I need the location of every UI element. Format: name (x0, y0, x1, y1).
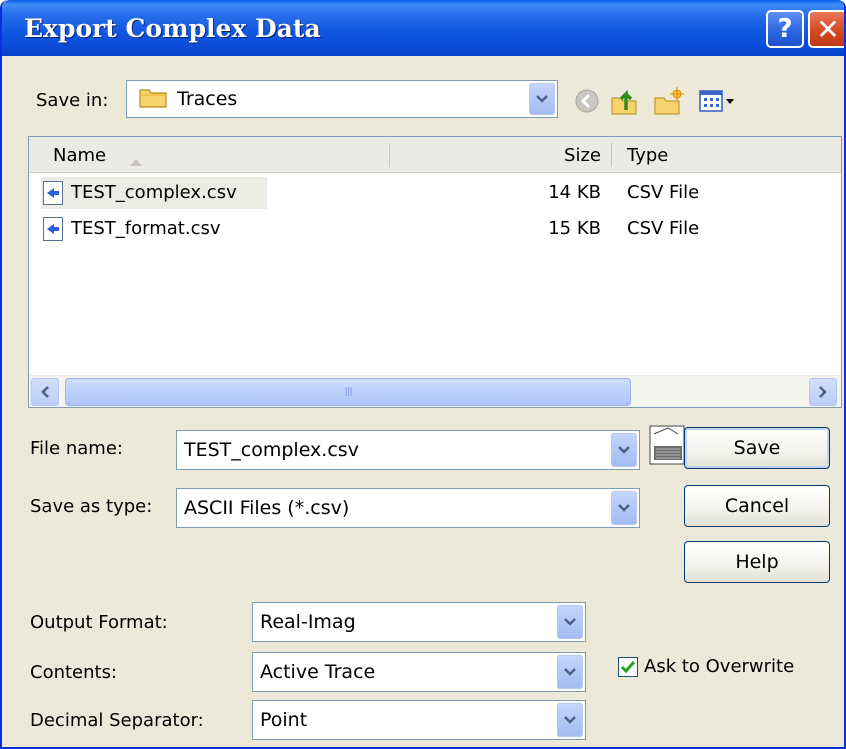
folder-icon (139, 86, 167, 113)
save-in-combo[interactable]: Traces (126, 80, 558, 118)
save-in-label: Save in: (36, 90, 109, 111)
question-mark-icon: ? (777, 14, 793, 44)
column-header-size[interactable]: Size (549, 145, 601, 166)
decimal-separator-dropdown-button[interactable] (557, 703, 583, 737)
chevron-down-icon (564, 668, 576, 676)
decimal-separator-select[interactable]: Point (252, 700, 586, 740)
save-button[interactable]: Save (684, 427, 830, 469)
save-in-dropdown-button[interactable] (529, 83, 555, 115)
chevron-right-icon (819, 386, 827, 398)
chevron-down-icon (618, 504, 630, 512)
contents-label: Contents: (30, 662, 118, 683)
save-as-type-dropdown-button[interactable] (611, 491, 637, 525)
window-title: Export Complex Data (24, 14, 321, 43)
new-folder-icon[interactable] (652, 86, 686, 116)
chevron-left-icon (41, 386, 49, 398)
output-format-label: Output Format: (30, 612, 168, 633)
close-icon: ✕ (816, 12, 840, 46)
scroll-right-button[interactable] (809, 378, 837, 406)
scrollbar-thumb[interactable]: III (65, 378, 631, 406)
file-name-dropdown-button[interactable] (611, 433, 637, 467)
contents-select[interactable]: Active Trace (252, 652, 586, 692)
title-help-button[interactable]: ? (766, 10, 804, 48)
save-as-type-select[interactable]: ASCII Files (*.csv) (176, 488, 640, 528)
file-row-test-format[interactable]: TEST_format.csv 15 KB CSV File (39, 213, 819, 245)
calculator-icon[interactable] (648, 424, 688, 468)
horizontal-scrollbar[interactable]: III (29, 375, 841, 407)
save-as-type-label: Save as type: (30, 496, 153, 517)
output-format-select[interactable]: Real-Imag (252, 602, 586, 642)
file-type-cell: CSV File (627, 182, 700, 203)
chevron-down-icon (564, 716, 576, 724)
title-bar[interactable]: Export Complex Data ? ✕ (2, 0, 844, 56)
file-name-cell: TEST_complex.csv (71, 182, 237, 203)
export-complex-data-dialog: Export Complex Data ? ✕ Save in: Traces (0, 0, 846, 749)
file-size-cell: 14 KB (548, 182, 601, 203)
ask-to-overwrite-checkbox[interactable] (618, 657, 638, 677)
csv-file-icon (43, 181, 63, 205)
sort-ascending-icon (129, 151, 143, 172)
cancel-button[interactable]: Cancel (684, 485, 830, 527)
chevron-down-icon (618, 446, 630, 454)
help-button[interactable]: Help (684, 541, 830, 583)
output-format-value: Real-Imag (260, 611, 356, 633)
file-name-cell: TEST_format.csv (71, 218, 221, 239)
save-in-value: Traces (177, 88, 238, 110)
checkmark-icon (620, 661, 636, 674)
file-size-cell: 15 KB (548, 218, 601, 239)
file-list-view[interactable]: Name Size Type TEST_complex.csv 14 KB CS… (28, 136, 842, 408)
chevron-down-icon (536, 95, 548, 103)
column-separator[interactable] (611, 143, 612, 167)
scroll-grip: III (344, 385, 353, 399)
column-header-name[interactable]: Name (53, 145, 106, 166)
decimal-separator-value: Point (260, 709, 308, 731)
column-header-type[interactable]: Type (627, 145, 668, 166)
output-format-dropdown-button[interactable] (557, 605, 583, 639)
views-menu-icon[interactable] (698, 86, 738, 116)
file-row-test-complex[interactable]: TEST_complex.csv 14 KB CSV File (39, 177, 819, 209)
contents-dropdown-button[interactable] (557, 655, 583, 689)
scroll-left-button[interactable] (31, 378, 59, 406)
file-name-value: TEST_complex.csv (184, 439, 359, 461)
up-folder-icon[interactable] (608, 86, 642, 116)
decimal-separator-label: Decimal Separator: (30, 710, 204, 731)
save-as-type-value: ASCII Files (*.csv) (184, 497, 350, 519)
file-type-cell: CSV File (627, 218, 700, 239)
title-close-button[interactable]: ✕ (808, 10, 844, 48)
contents-value: Active Trace (260, 661, 376, 683)
csv-file-icon (43, 217, 63, 241)
file-name-input[interactable]: TEST_complex.csv (176, 430, 640, 470)
file-name-label: File name: (30, 438, 123, 459)
column-separator[interactable] (389, 143, 390, 167)
chevron-down-icon (564, 618, 576, 626)
file-list-header: Name Size Type (29, 137, 841, 173)
ask-to-overwrite-label[interactable]: Ask to Overwrite (644, 656, 794, 677)
back-arrow-icon[interactable] (572, 86, 602, 116)
